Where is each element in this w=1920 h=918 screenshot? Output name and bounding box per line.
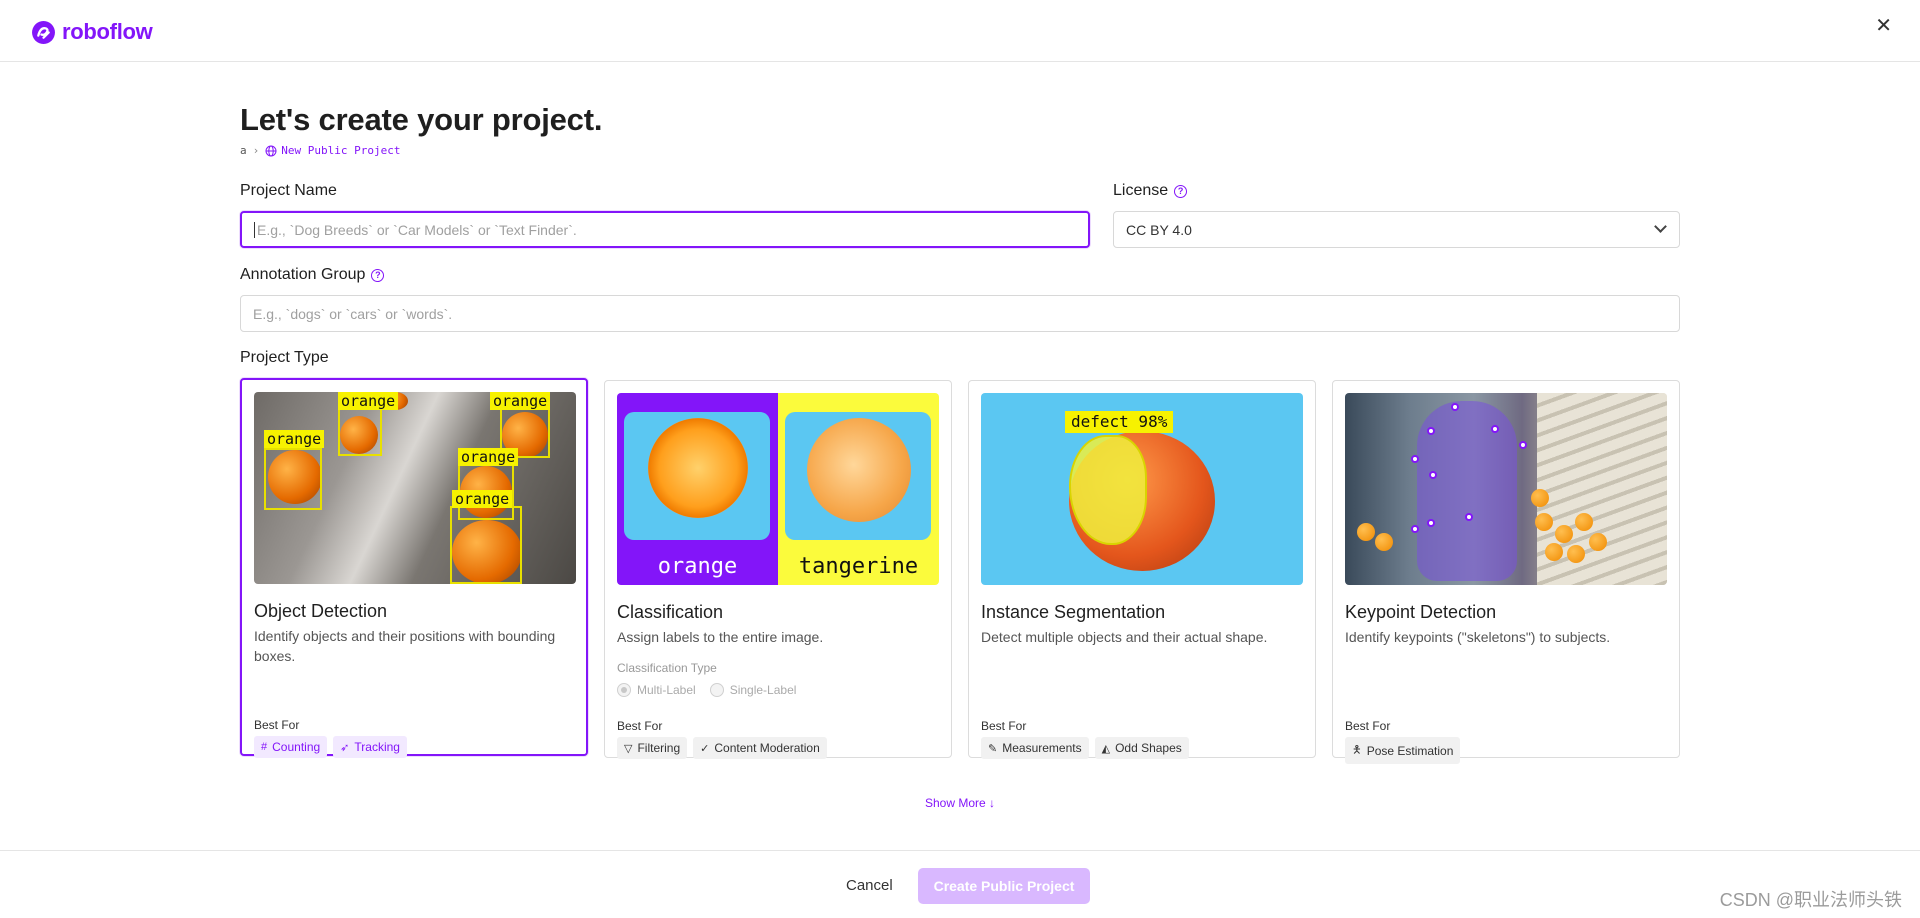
project-name-input[interactable]: E.g., `Dog Breeds` or `Car Models` or `T… — [240, 211, 1090, 248]
help-icon[interactable]: ? — [1174, 184, 1188, 198]
project-type-label-text: Project Type — [240, 349, 329, 366]
card-title: Classification — [617, 602, 724, 622]
project-type-card-instance-segmentation[interactable]: defect 98% Instance Segmentation Detect … — [968, 380, 1316, 759]
ruler-icon: ✎ — [988, 742, 998, 755]
check-icon: ✓ — [700, 742, 710, 755]
footer-bar: Cancel Create Public Project — [0, 850, 1920, 918]
bbox-label: orange — [458, 448, 519, 466]
class-label: tangerine — [798, 554, 919, 579]
project-type-card-keypoint-detection[interactable]: Keypoint Detection Identify keypoints ("… — [1332, 380, 1680, 764]
best-for-label: Best For — [254, 718, 300, 732]
breadcrumb-current-label: New Public Project — [281, 144, 401, 157]
watermark: CSDN @职业法师头铁 — [1719, 890, 1902, 910]
project-name-label-text: Project Name — [240, 182, 337, 199]
project-type-card-classification[interactable]: orange tangerine Classification Assign l… — [604, 380, 952, 759]
shapes-icon: ◭ — [1101, 742, 1111, 755]
object-detection-image: orange orange orange orange orange — [254, 392, 576, 584]
tag-tracking: ➶ Tracking — [333, 736, 407, 758]
globe-icon — [265, 145, 277, 156]
keypoint-detection-image — [1345, 393, 1667, 585]
chevron-down-icon — [1654, 220, 1667, 233]
tag-label: Measurements — [1002, 741, 1082, 755]
person-icon: 🯅 — [1352, 744, 1362, 756]
tag-filtering: ▽ Filtering — [617, 737, 688, 759]
best-for-tags: ▽ Filtering ✓ Content Moderation — [617, 737, 827, 759]
tag-label: Tracking — [354, 740, 400, 754]
tag-label: Content Moderation — [714, 741, 820, 755]
top-bar: roboflow ✕ — [0, 0, 1920, 62]
bbox-label: orange — [452, 490, 513, 508]
radio-icon — [709, 683, 724, 697]
card-title: Object Detection — [254, 601, 388, 621]
tag-label: Pose Estimation — [1366, 743, 1454, 758]
annotation-group-placeholder: E.g., `dogs` or `cars` or `words`. — [253, 305, 453, 322]
tag-counting: # Counting — [254, 736, 328, 758]
classification-type-label: Classification Type — [617, 661, 717, 675]
brand-name: roboflow — [62, 19, 153, 44]
tag-odd-shapes: ◭ Odd Shapes — [1094, 737, 1189, 759]
tag-label: Counting — [272, 740, 321, 754]
filter-icon: ▽ — [624, 742, 633, 755]
page-title: Let's create your project. — [240, 102, 603, 137]
license-label: License ? — [1113, 182, 1188, 200]
bbox-label: orange — [338, 392, 399, 410]
help-icon[interactable]: ? — [371, 268, 385, 282]
project-type-card-object-detection[interactable]: orange orange orange orange orange Objec… — [240, 378, 588, 758]
card-description: Identify objects and their positions wit… — [254, 628, 556, 664]
breadcrumb-workspace[interactable]: a — [240, 144, 247, 157]
bbox-label: orange — [264, 430, 325, 448]
breadcrumb-current: New Public Project — [265, 144, 400, 157]
hash-icon: # — [261, 741, 268, 753]
card-description: Identify keypoints ("skeletons") to subj… — [1345, 629, 1611, 645]
project-type-label: Project Type — [240, 349, 329, 367]
instance-segmentation-image: defect 98% — [981, 393, 1303, 585]
tag-content-moderation: ✓ Content Moderation — [693, 737, 827, 759]
tag-measurements: ✎ Measurements — [981, 737, 1089, 759]
classification-type-radios: Multi-Label Single-Label — [617, 683, 796, 697]
show-more-label: Show More — [924, 796, 986, 810]
best-for-label: Best For — [981, 719, 1027, 733]
arrow-down-icon: ↓ — [989, 796, 996, 810]
bbox-label: orange — [490, 392, 551, 410]
tag-label: Filtering — [637, 741, 681, 755]
class-label: orange — [657, 554, 738, 579]
annotation-group-input[interactable]: E.g., `dogs` or `cars` or `words`. — [240, 295, 1680, 332]
project-name-label: Project Name — [240, 182, 337, 200]
card-description: Assign labels to the entire image. — [617, 629, 824, 645]
project-name-placeholder: E.g., `Dog Breeds` or `Car Models` or `T… — [257, 221, 577, 238]
breadcrumb: a › New Public Project — [240, 144, 400, 157]
radio-multi-label[interactable]: Multi-Label — [617, 683, 696, 697]
best-for-tags: 🯅 Pose Estimation — [1345, 737, 1461, 764]
card-title: Instance Segmentation — [981, 602, 1166, 622]
radio-icon — [617, 683, 631, 697]
tag-label: Odd Shapes — [1115, 741, 1182, 755]
radio-label: Single-Label — [729, 683, 797, 697]
tag-pose-estimation: 🯅 Pose Estimation — [1345, 737, 1461, 764]
annotation-group-label-text: Annotation Group — [240, 266, 366, 283]
tracking-icon: ➶ — [340, 741, 350, 754]
license-value: CC BY 4.0 — [1126, 221, 1192, 238]
radio-label: Multi-Label — [637, 683, 696, 697]
roboflow-logo-icon — [32, 20, 55, 44]
classification-image: orange tangerine — [617, 393, 939, 585]
best-for-label: Best For — [617, 719, 663, 733]
annotation-group-label: Annotation Group ? — [240, 266, 385, 284]
license-label-text: License — [1113, 182, 1169, 199]
text-caret — [254, 221, 255, 238]
create-public-project-button[interactable]: Create Public Project — [918, 868, 1090, 904]
card-description: Detect multiple objects and their actual… — [981, 629, 1268, 645]
best-for-label: Best For — [1345, 719, 1391, 733]
show-more-button[interactable]: Show More ↓ — [240, 796, 1680, 810]
best-for-tags: ✎ Measurements ◭ Odd Shapes — [981, 737, 1189, 759]
radio-single-label[interactable]: Single-Label — [709, 683, 797, 697]
segmentation-label: defect 98% — [1065, 411, 1174, 433]
close-icon[interactable]: ✕ — [1875, 16, 1892, 36]
best-for-tags: # Counting ➶ Tracking — [254, 736, 407, 758]
chevron-right-icon: › — [252, 144, 260, 157]
license-select[interactable]: CC BY 4.0 — [1113, 211, 1680, 248]
card-title: Keypoint Detection — [1345, 602, 1497, 622]
cancel-button[interactable]: Cancel — [846, 877, 893, 894]
roboflow-logo[interactable]: roboflow — [31, 19, 153, 45]
